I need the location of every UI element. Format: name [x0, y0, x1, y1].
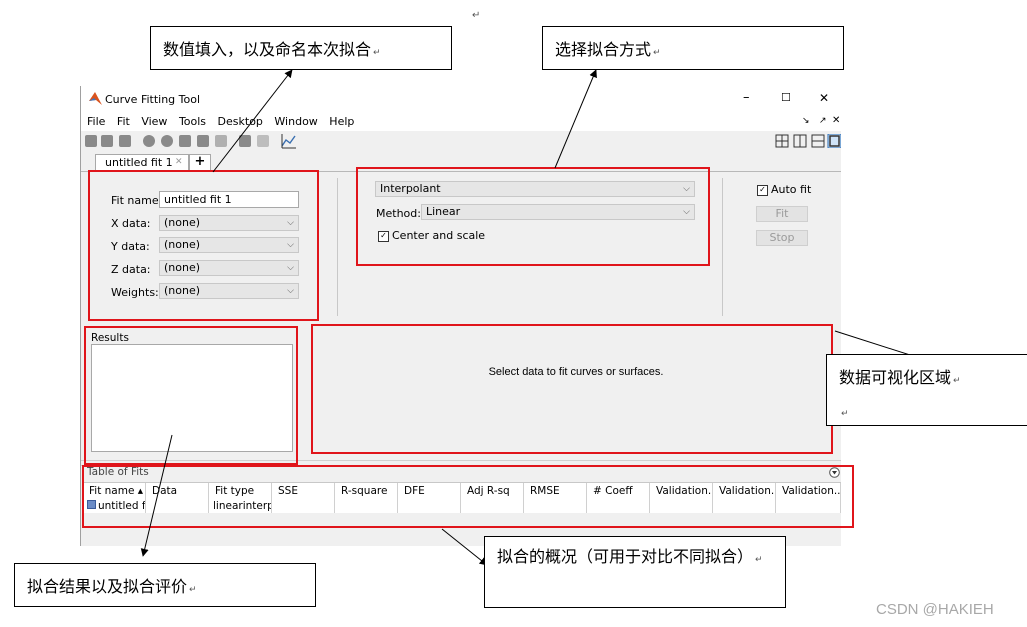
return-mark: ↵: [653, 48, 661, 58]
arrow-overview: [441, 528, 488, 566]
callout-data-entry: 数值填入，以及命名本次拟合 ↵: [150, 26, 452, 70]
watermark: CSDN @HAKIEH: [876, 601, 994, 618]
arrow-fit-method: [554, 69, 597, 169]
arrow-data-entry: [212, 69, 293, 173]
callout-results: 拟合结果以及拟合评价 ↵: [14, 563, 316, 607]
callout-data-entry-text: 数值填入，以及命名本次拟合: [163, 40, 372, 59]
annotation-arrows: [140, 69, 936, 566]
return-mark: ↵: [189, 585, 197, 595]
return-mark: ↵: [755, 555, 763, 565]
callout-fit-method: 选择拟合方式 ↵: [542, 26, 844, 70]
callout-fit-method-text: 选择拟合方式: [555, 40, 652, 59]
callout-overview-text: 拟合的概况（可用于对比不同拟合）: [497, 547, 754, 566]
return-mark: ↵: [373, 48, 381, 58]
callout-visualization: 数据可视化区域 ↵ ↵: [826, 354, 1027, 426]
callout-overview: 拟合的概况（可用于对比不同拟合） ↵: [484, 536, 786, 608]
arrow-results: [140, 434, 173, 557]
return-mark: ↵: [953, 376, 961, 386]
callout-visualization-text: 数据可视化区域: [839, 368, 952, 387]
callout-results-text: 拟合结果以及拟合评价: [27, 577, 188, 596]
return-mark: ↵: [841, 409, 849, 419]
